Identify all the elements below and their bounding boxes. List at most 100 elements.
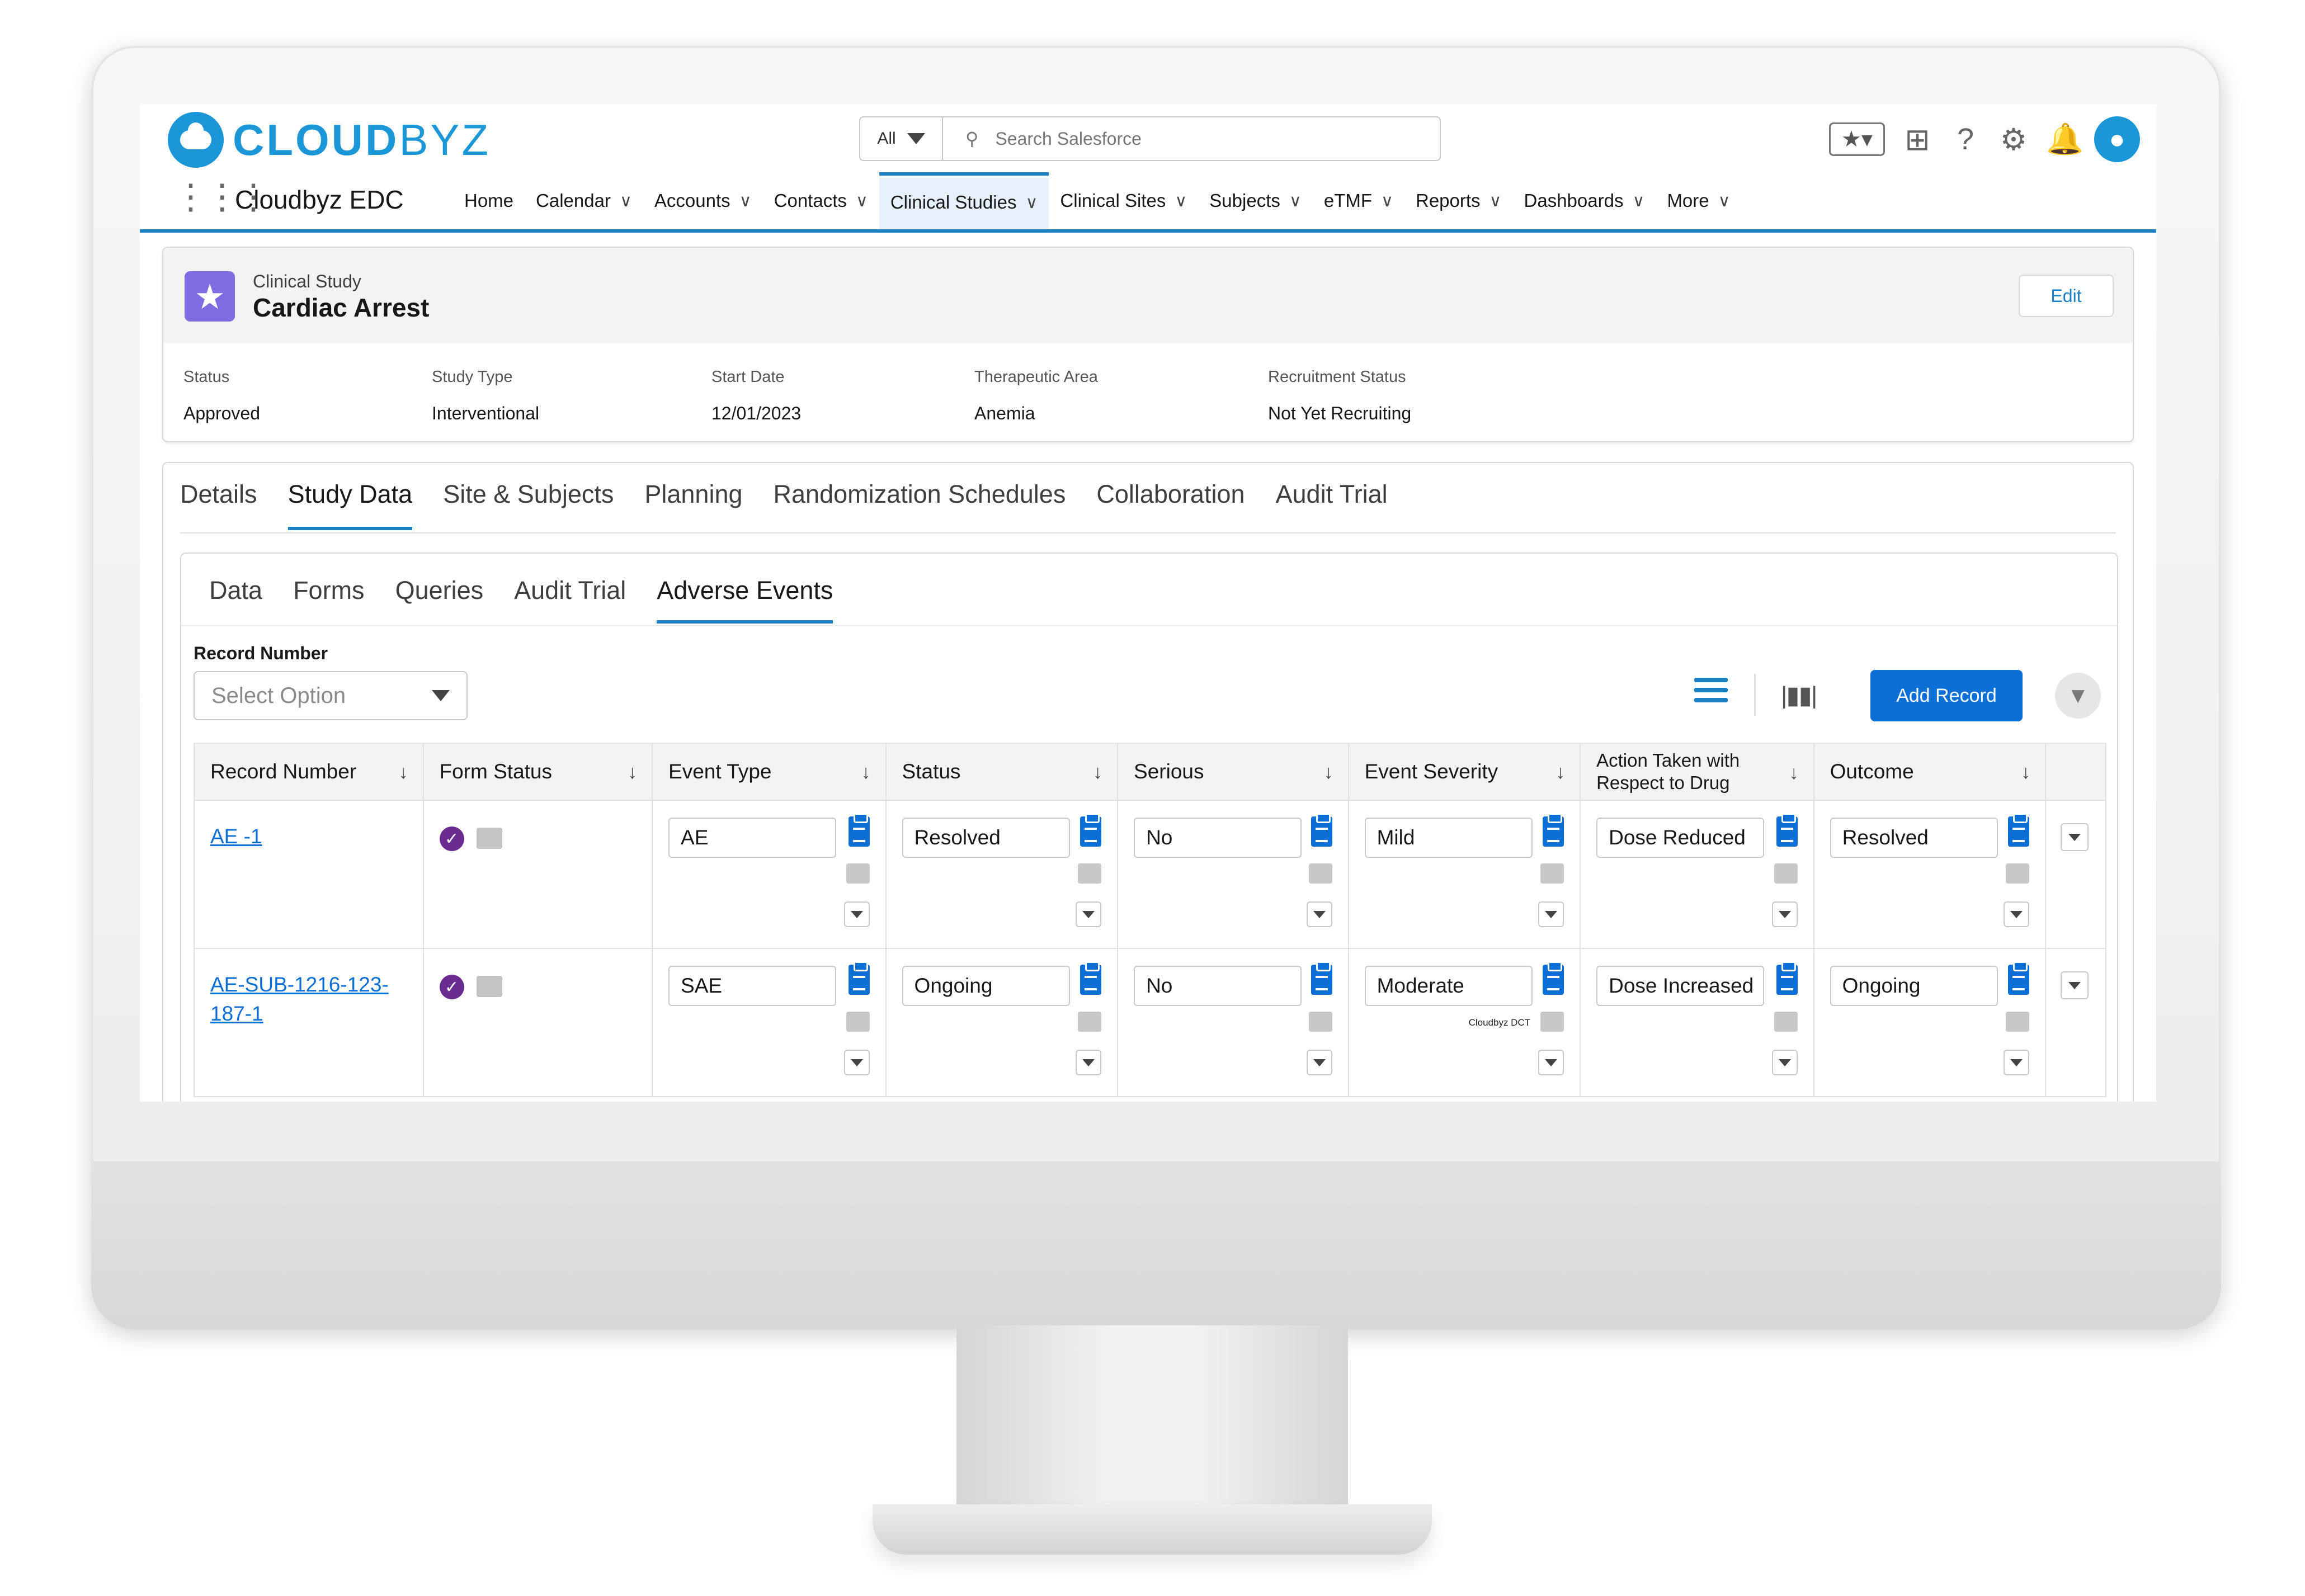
field-menu-dropdown[interactable] xyxy=(2004,1050,2030,1075)
tab-collaboration[interactable]: Collaboration xyxy=(1096,480,1245,530)
column-header-status[interactable]: Status ↓ xyxy=(887,744,1119,800)
field-value-input[interactable]: No xyxy=(1134,966,1302,1006)
clipboard-icon[interactable] xyxy=(1776,813,1798,847)
chevron-down-icon[interactable]: ∨ xyxy=(620,191,632,211)
field-value-input[interactable]: SAE xyxy=(668,966,837,1006)
field-menu-dropdown[interactable] xyxy=(1306,1050,1332,1075)
comment-icon[interactable] xyxy=(1078,863,1102,884)
cloudbyz-logo[interactable]: CLOUDBYZ xyxy=(168,112,491,168)
field-value-input[interactable]: Ongoing xyxy=(1830,966,1998,1006)
chevron-down-icon[interactable]: ∨ xyxy=(1381,191,1393,211)
subtab-queries[interactable]: Queries xyxy=(395,576,484,624)
nav-item-reports[interactable]: Reports ∨ xyxy=(1404,172,1513,229)
subtab-adverse-events[interactable]: Adverse Events xyxy=(657,576,833,624)
nav-item-subjects[interactable]: Subjects ∨ xyxy=(1198,172,1313,229)
field-menu-dropdown[interactable] xyxy=(1538,1050,1564,1075)
field-menu-dropdown[interactable] xyxy=(1076,901,1102,927)
subtab-audit-trial[interactable]: Audit Trial xyxy=(514,576,626,624)
field-value-input[interactable]: No xyxy=(1134,818,1302,858)
field-value-input[interactable]: Dose Increased xyxy=(1596,966,1765,1006)
nav-item-contacts[interactable]: Contacts ∨ xyxy=(763,172,879,229)
tab-audit-trial[interactable]: Audit Trial xyxy=(1276,480,1388,530)
sort-arrow-icon[interactable]: ↓ xyxy=(2021,762,2030,783)
field-value-input[interactable]: AE xyxy=(668,818,837,858)
help-icon[interactable]: ? xyxy=(1950,122,1981,157)
sort-arrow-icon[interactable]: ↓ xyxy=(399,762,408,783)
favorites-icon[interactable]: ★▾ xyxy=(1829,122,1885,156)
field-menu-dropdown[interactable] xyxy=(2004,901,2030,927)
clipboard-icon[interactable] xyxy=(1311,961,1332,995)
chevron-down-icon[interactable]: ∨ xyxy=(1175,191,1187,211)
nav-item-etmf[interactable]: eTMF ∨ xyxy=(1313,172,1404,229)
search-input[interactable]: ⚲ Search Salesforce xyxy=(943,116,1441,161)
subtab-forms[interactable]: Forms xyxy=(293,576,365,624)
filter-icon[interactable]: ▼ xyxy=(2055,673,2101,719)
gear-icon[interactable]: ⚙ xyxy=(1998,122,2029,157)
tab-planning[interactable]: Planning xyxy=(644,480,742,530)
nav-item-accounts[interactable]: Accounts ∨ xyxy=(643,172,763,229)
sort-arrow-icon[interactable]: ↓ xyxy=(861,762,871,783)
clipboard-icon[interactable] xyxy=(848,961,870,995)
nav-item-calendar[interactable]: Calendar ∨ xyxy=(525,172,643,229)
comment-icon[interactable] xyxy=(1308,1012,1332,1032)
sort-arrow-icon[interactable]: ↓ xyxy=(628,762,637,783)
comment-icon[interactable] xyxy=(1308,863,1332,884)
column-header-outcome[interactable]: Outcome ↓ xyxy=(1814,744,2047,800)
field-value-input[interactable]: Resolved xyxy=(902,818,1070,858)
field-menu-dropdown[interactable] xyxy=(1538,901,1564,927)
comment-icon[interactable] xyxy=(1078,1012,1102,1032)
record-number-select[interactable]: Select Option xyxy=(194,671,468,720)
field-value-input[interactable]: Dose Reduced xyxy=(1596,818,1765,858)
subtab-data[interactable]: Data xyxy=(209,576,262,624)
column-header-action-taken-with-respect-to-drug[interactable]: Action Taken with Respect to Drug ↓ xyxy=(1581,744,1814,800)
comment-icon[interactable] xyxy=(2006,1012,2030,1032)
clipboard-icon[interactable] xyxy=(2008,961,2030,995)
comment-icon[interactable] xyxy=(846,863,870,884)
field-value-input[interactable]: Ongoing xyxy=(902,966,1070,1006)
comment-icon[interactable] xyxy=(1774,1012,1798,1032)
tab-site-subjects[interactable]: Site & Subjects xyxy=(443,480,614,530)
nav-item-more[interactable]: More ∨ xyxy=(1656,172,1741,229)
tab-study-data[interactable]: Study Data xyxy=(287,480,413,530)
field-menu-dropdown[interactable] xyxy=(843,901,870,927)
nav-item-dashboards[interactable]: Dashboards ∨ xyxy=(1513,172,1656,229)
column-header-record-number[interactable]: Record Number ↓ xyxy=(195,744,424,800)
field-value-input[interactable]: Resolved xyxy=(1830,818,1998,858)
field-menu-dropdown[interactable] xyxy=(1771,901,1798,927)
comment-icon[interactable] xyxy=(2006,863,2030,884)
sort-arrow-icon[interactable]: ↓ xyxy=(1555,762,1565,783)
sort-arrow-icon[interactable]: ↓ xyxy=(1093,762,1102,783)
chevron-down-icon[interactable]: ∨ xyxy=(1025,193,1038,213)
clipboard-icon[interactable] xyxy=(1311,813,1332,847)
field-menu-dropdown[interactable] xyxy=(1771,1050,1798,1075)
nav-item-clinical-studies[interactable]: Clinical Studies ∨ xyxy=(879,172,1049,229)
comment-icon[interactable] xyxy=(1540,1012,1564,1032)
field-value-input[interactable]: Moderate xyxy=(1364,966,1533,1006)
field-menu-dropdown[interactable] xyxy=(1306,901,1332,927)
chevron-down-icon[interactable]: ∨ xyxy=(1718,191,1731,211)
notification-bell-icon[interactable]: 🔔 xyxy=(2046,122,2084,157)
chevron-down-icon[interactable]: ∨ xyxy=(1489,191,1502,211)
comment-icon[interactable] xyxy=(1774,863,1798,884)
clipboard-icon[interactable] xyxy=(2008,813,2030,847)
tab-details[interactable]: Details xyxy=(180,480,257,530)
comment-icon[interactable] xyxy=(476,976,502,997)
column-header-serious[interactable]: Serious ↓ xyxy=(1118,744,1349,800)
comment-icon[interactable] xyxy=(1540,863,1564,884)
row-actions-dropdown[interactable] xyxy=(2061,971,2089,999)
user-avatar[interactable]: ● xyxy=(2094,116,2140,162)
edit-button[interactable]: Edit xyxy=(2019,275,2114,317)
sort-arrow-icon[interactable]: ↓ xyxy=(1324,762,1333,783)
chevron-down-icon[interactable]: ∨ xyxy=(1289,191,1302,211)
column-header-form-status[interactable]: Form Status ↓ xyxy=(424,744,653,800)
nav-item-clinical-sites[interactable]: Clinical Sites ∨ xyxy=(1049,172,1198,229)
nav-item-home[interactable]: Home xyxy=(453,172,525,229)
row-actions-dropdown[interactable] xyxy=(2061,823,2089,851)
chevron-down-icon[interactable]: ∨ xyxy=(856,191,868,211)
clipboard-icon[interactable] xyxy=(848,813,870,847)
record-link[interactable]: AE -1 xyxy=(210,822,262,851)
column-header-event-severity[interactable]: Event Severity ↓ xyxy=(1349,744,1581,800)
global-actions-icon[interactable]: ⊞ xyxy=(1902,122,1933,157)
comment-icon[interactable] xyxy=(846,1012,870,1032)
record-link[interactable]: AE-SUB-1216-123-187-1 xyxy=(210,970,400,1028)
